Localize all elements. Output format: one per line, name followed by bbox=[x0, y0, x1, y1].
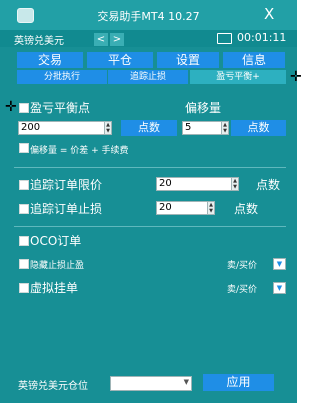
breakeven-points-input[interactable]: 200 bbox=[18, 121, 105, 135]
trailing-stop-label: 追踪订单止损 bbox=[30, 202, 103, 216]
trailing-stop-unit: 点数 bbox=[234, 202, 259, 216]
position-select[interactable]: ▼ bbox=[110, 376, 192, 391]
trailing-limit-label: 追踪订单限价 bbox=[30, 178, 103, 192]
window-title: 交易助手MT4 10.27 bbox=[97, 10, 200, 23]
tab-close-position[interactable]: 平仓 bbox=[87, 52, 153, 68]
hidden-sltp-checkbox[interactable] bbox=[19, 259, 29, 269]
close-icon[interactable]: X bbox=[264, 5, 274, 23]
trailing-limit-checkbox[interactable] bbox=[19, 180, 29, 190]
trailing-stop-spinner[interactable]: ▲ ▼ bbox=[207, 201, 215, 215]
folder-icon[interactable] bbox=[217, 33, 232, 44]
offset-note-label: 偏移量 = 价差 + 手续费 bbox=[30, 146, 129, 156]
subtab-breakeven-plus[interactable]: 盈亏平衡+ bbox=[190, 70, 286, 84]
breakeven-checkbox[interactable] bbox=[19, 103, 29, 113]
offset-points-button[interactable]: 点数 bbox=[231, 120, 286, 136]
offset-spinner[interactable]: ▲ ▼ bbox=[221, 121, 229, 135]
tab-trade[interactable]: 交易 bbox=[17, 52, 83, 68]
subtab-batch-execute[interactable]: 分批执行 bbox=[17, 70, 107, 84]
tab-settings[interactable]: 设置 bbox=[157, 52, 219, 68]
section-divider bbox=[14, 167, 286, 168]
section-divider bbox=[14, 226, 286, 227]
oco-checkbox[interactable] bbox=[19, 236, 29, 246]
trailing-limit-unit: 点数 bbox=[256, 178, 281, 192]
subtab-trailing-stop[interactable]: 追踪止损 bbox=[108, 70, 188, 84]
next-symbol-button[interactable]: > bbox=[110, 33, 124, 46]
symbol-label[interactable]: 英镑兑美元 bbox=[14, 32, 64, 47]
hidden-sltp-side-select[interactable]: 卖/买价 bbox=[227, 258, 257, 271]
virtual-pending-label: 虚拟挂单 bbox=[30, 281, 79, 295]
breakeven-points-button[interactable]: 点数 bbox=[121, 120, 177, 136]
offset-input[interactable]: 5 bbox=[182, 121, 222, 135]
virtual-pending-side-select[interactable]: 卖/买价 bbox=[227, 282, 257, 295]
breakeven-label: 盈亏平衡点 bbox=[30, 101, 91, 115]
crosshair-cursor-icon: ✛ bbox=[290, 69, 302, 85]
breakeven-spinner[interactable]: ▲ ▼ bbox=[104, 121, 112, 135]
app-window: 交易助手MT4 10.27 X 英镑兑美元 < > 00:01:11 交易 平仓… bbox=[0, 0, 297, 403]
trailing-limit-input[interactable]: 20 bbox=[156, 177, 232, 191]
position-label: 英镑兑美元仓位 bbox=[18, 381, 88, 392]
timer-display: 00:01:11 bbox=[237, 31, 287, 44]
hidden-sltp-label: 隐藏止损止盈 bbox=[30, 261, 85, 271]
oco-label: OCO订单 bbox=[30, 234, 82, 248]
tab-info[interactable]: 信息 bbox=[223, 52, 285, 68]
title-bar: 交易助手MT4 10.27 X bbox=[0, 0, 297, 30]
chevron-down-icon: ▼ bbox=[183, 378, 189, 386]
trailing-stop-checkbox[interactable] bbox=[19, 204, 29, 214]
trailing-limit-spinner[interactable]: ▲ ▼ bbox=[231, 177, 239, 191]
dropdown-arrow-icon[interactable]: ▼ bbox=[273, 258, 286, 270]
virtual-pending-checkbox[interactable] bbox=[19, 283, 29, 293]
offset-note-checkbox[interactable] bbox=[19, 143, 29, 153]
crosshair-cursor-icon: ✛ bbox=[5, 99, 17, 115]
prev-symbol-button[interactable]: < bbox=[94, 33, 108, 46]
trailing-stop-input[interactable]: 20 bbox=[156, 201, 208, 215]
apply-button[interactable]: 应用 bbox=[203, 374, 274, 391]
offset-label: 偏移量 bbox=[185, 101, 222, 115]
dropdown-arrow-icon[interactable]: ▼ bbox=[273, 282, 286, 294]
